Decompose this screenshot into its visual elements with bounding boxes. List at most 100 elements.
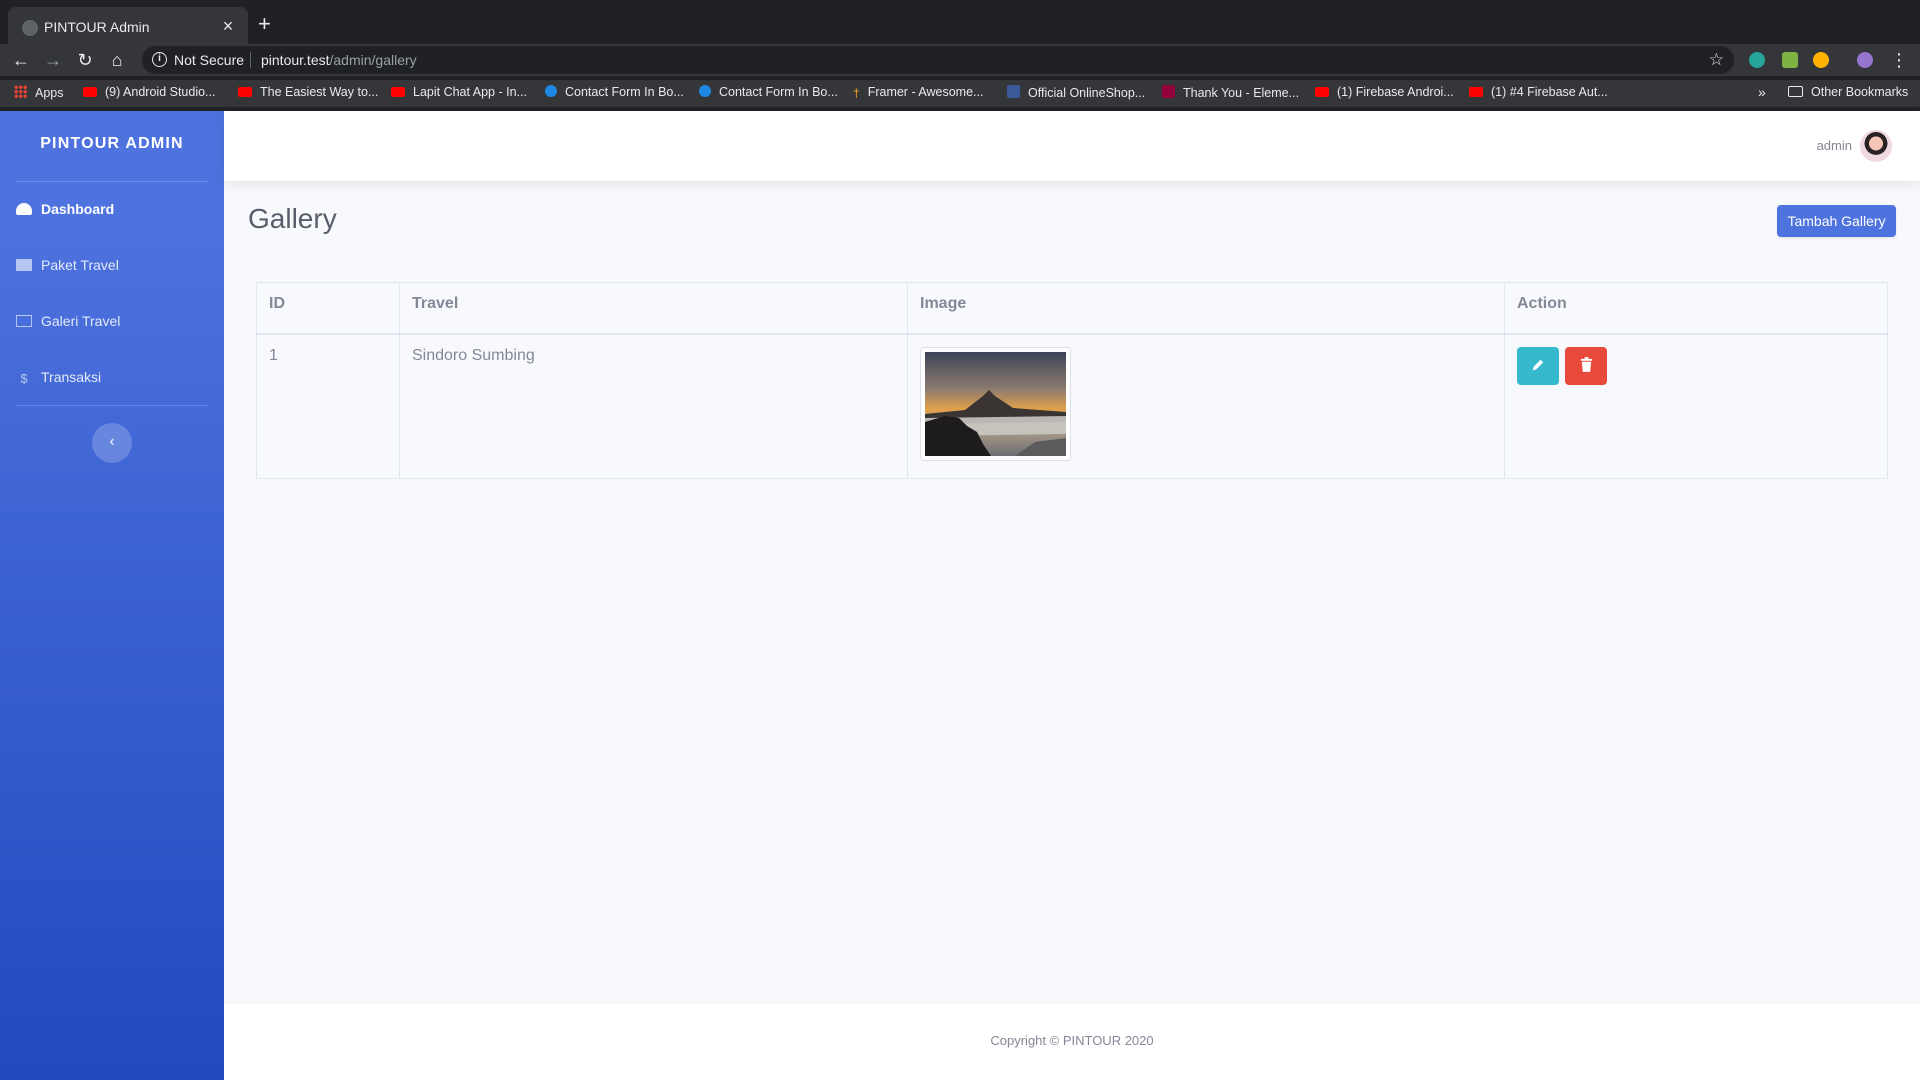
bookmark-label: (1) #4 Firebase Aut... [1491, 85, 1608, 99]
framer-icon: † [853, 86, 860, 100]
forward-icon[interactable]: → [40, 47, 66, 73]
column-header-image: Image [907, 282, 1505, 335]
sidebar-item-paket-travel[interactable]: Paket Travel [16, 257, 208, 281]
other-bookmarks[interactable]: Other Bookmarks [1788, 85, 1908, 99]
column-header-action: Action [1504, 282, 1888, 335]
facebook-icon [1007, 85, 1020, 98]
bookmark-label: Lapit Chat App - In... [413, 85, 527, 99]
sidebar-item-dashboard[interactable]: Dashboard [16, 201, 208, 225]
sidebar-divider [16, 405, 208, 406]
bookmark-label: (1) Firebase Androi... [1337, 85, 1454, 99]
url-path: /admin/gallery [329, 52, 417, 68]
youtube-icon [391, 87, 405, 97]
youtube-icon [83, 87, 97, 97]
profile-icon[interactable] [1857, 52, 1873, 68]
security-label[interactable]: Not Secure [174, 52, 244, 68]
back-icon[interactable]: ← [8, 47, 34, 73]
new-tab-button[interactable]: + [258, 13, 271, 35]
bookmark-apps[interactable]: Apps [14, 85, 64, 100]
pencil-icon [1532, 359, 1544, 370]
trash-icon [1580, 356, 1593, 372]
bookmark-label: Official OnlineShop... [1028, 86, 1146, 100]
browser-tab[interactable]: PINTOUR Admin × [8, 7, 248, 48]
hexagon-icon [699, 85, 711, 97]
footer: Copyright © PINTOUR 2020 [224, 1004, 1920, 1080]
bookmark-label: Thank You - Eleme... [1183, 86, 1300, 100]
bookmark-label: (9) Android Studio... [105, 85, 216, 99]
browser-menu-icon[interactable]: ⋮ [1890, 47, 1908, 73]
sidebar-toggle-button[interactable]: ‹ [92, 423, 132, 463]
sidebar-item-label: Dashboard [41, 201, 115, 217]
bookmark-label: The Easiest Way to... [260, 85, 379, 99]
brand-logo[interactable]: PINTOUR ADMIN [0, 135, 224, 153]
image-thumbnail-frame [920, 346, 1071, 461]
bookmark-star-icon[interactable]: ☆ [1709, 50, 1724, 70]
apps-icon [14, 85, 27, 98]
sidebar-divider [16, 181, 208, 182]
cell-id: 1 [256, 333, 400, 479]
browser-toolbar: ← → ↻ ⌂ i Not Secure pintour.test/admin/… [0, 44, 1920, 76]
edit-button[interactable] [1517, 346, 1559, 385]
sidebar-item-transaksi[interactable]: $ Transaksi [16, 369, 208, 393]
user-name[interactable]: admin [1817, 138, 1852, 153]
bookmark-label: Contact Form In Bo... [565, 85, 684, 99]
avatar[interactable] [1860, 130, 1892, 162]
bookmark-item[interactable]: (1) #4 Firebase Aut... [1469, 85, 1608, 99]
bookmarks-overflow-icon[interactable]: » [1758, 84, 1766, 100]
youtube-icon [1469, 87, 1483, 97]
building-icon [16, 259, 32, 271]
bookmark-item[interactable]: Contact Form In Bo... [545, 85, 684, 99]
sidebar: PINTOUR ADMIN Dashboard Paket Travel Gal… [0, 111, 224, 1080]
bookmark-label: Contact Form In Bo... [719, 85, 838, 99]
bookmark-item[interactable]: (1) Firebase Androi... [1315, 85, 1454, 99]
bookmark-item[interactable]: Contact Form In Bo... [699, 85, 838, 99]
home-icon[interactable]: ⌂ [104, 47, 130, 73]
bookmark-item[interactable]: Official OnlineShop... [1007, 85, 1145, 100]
gallery-table: ID Travel Image Action 1 Sindoro Sumbing [256, 282, 1888, 479]
bookmark-label: Apps [35, 86, 64, 100]
address-bar[interactable]: i Not Secure pintour.test/admin/gallery … [142, 46, 1734, 74]
youtube-icon [238, 87, 252, 97]
gallery-thumbnail-image [925, 351, 1066, 456]
topbar: admin [224, 111, 1920, 181]
elementor-icon [1162, 85, 1175, 98]
bookmark-item[interactable]: The Easiest Way to... [238, 85, 378, 99]
url-text[interactable]: pintour.test/admin/gallery [261, 52, 417, 68]
bookmark-item[interactable]: † Framer - Awesome... [853, 85, 983, 100]
bookmark-item[interactable]: (9) Android Studio... [83, 85, 215, 99]
table-row: 1 Sindoro Sumbing [256, 333, 1888, 479]
browser-chrome: PINTOUR Admin × + ← → ↻ ⌂ i Not Secure p… [0, 0, 1920, 111]
close-tab-icon[interactable]: × [218, 16, 238, 36]
add-gallery-button[interactable]: Tambah Gallery [1777, 205, 1896, 237]
sidebar-item-galeri-travel[interactable]: Galeri Travel [16, 313, 208, 337]
column-header-travel: Travel [399, 282, 908, 335]
page-title: Gallery [248, 203, 337, 234]
globe-icon [22, 20, 38, 36]
omnibox-divider [250, 52, 251, 68]
extension-cart-icon[interactable] [1782, 52, 1798, 68]
cell-travel: Sindoro Sumbing [399, 333, 908, 479]
bookmark-item[interactable]: Thank You - Eleme... [1162, 85, 1299, 100]
delete-button[interactable] [1565, 346, 1608, 385]
youtube-icon [1315, 87, 1329, 97]
other-bookmarks-label: Other Bookmarks [1811, 85, 1909, 99]
cell-image [907, 333, 1505, 479]
bookmark-item[interactable]: Lapit Chat App - In... [391, 85, 527, 99]
sidebar-item-label: Paket Travel [41, 257, 119, 273]
reload-icon[interactable]: ↻ [72, 47, 98, 73]
sidebar-item-label: Galeri Travel [41, 313, 121, 329]
copyright-text: Copyright © PINTOUR 2020 [990, 1033, 1154, 1048]
folder-icon [1788, 86, 1803, 97]
extension-owl-icon[interactable] [1813, 52, 1829, 68]
sidebar-item-label: Transaksi [41, 369, 102, 385]
url-host: pintour.test [261, 52, 330, 68]
tab-title: PINTOUR Admin [44, 19, 150, 35]
column-header-id: ID [256, 282, 400, 335]
table-header-row: ID Travel Image Action [256, 282, 1888, 335]
bookmarks-bar: Apps (9) Android Studio... The Easiest W… [0, 80, 1920, 107]
cell-action [1504, 333, 1888, 479]
info-icon[interactable]: i [152, 52, 167, 67]
bookmark-label: Framer - Awesome... [867, 85, 984, 99]
hexagon-icon [545, 85, 557, 97]
extension-m-icon[interactable] [1749, 52, 1765, 68]
